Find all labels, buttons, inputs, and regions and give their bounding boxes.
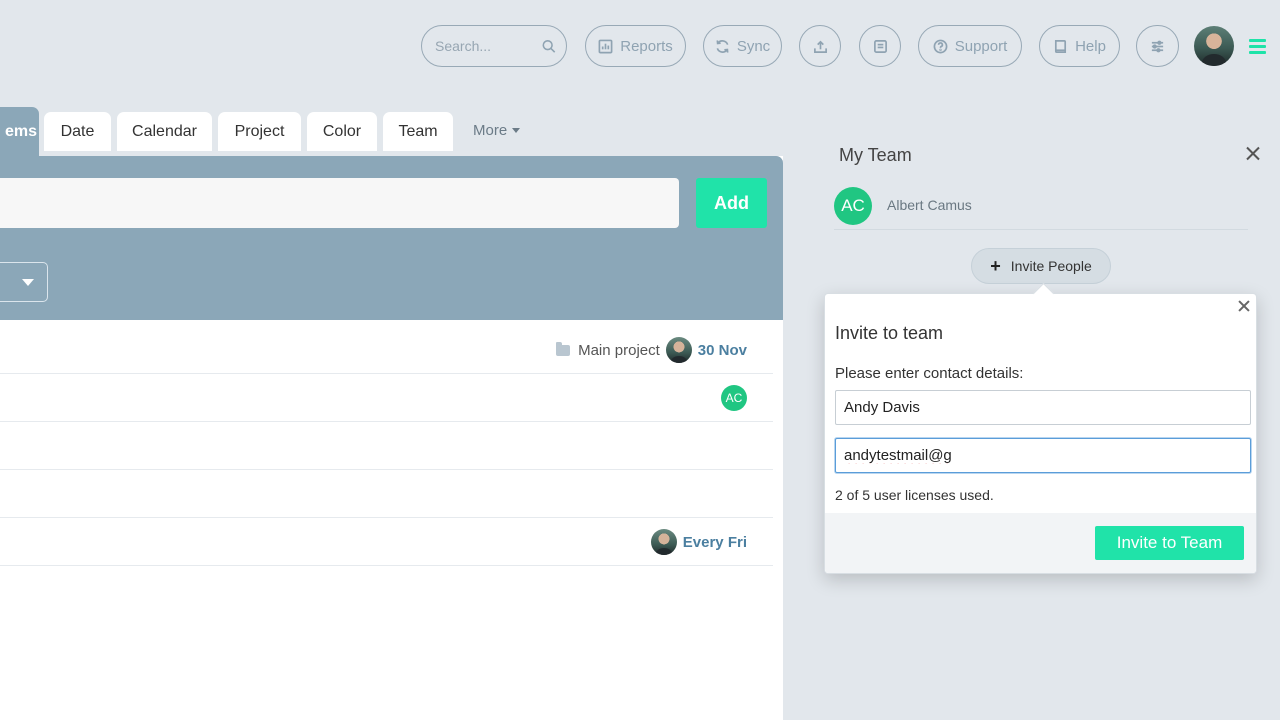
- name-field[interactable]: [835, 390, 1251, 425]
- filter-dropdown[interactable]: [0, 262, 48, 302]
- license-usage-text: 2 of 5 user licenses used.: [835, 487, 994, 503]
- search-input[interactable]: [435, 38, 535, 54]
- search-icon: [542, 39, 556, 53]
- support-label: Support: [954, 37, 1008, 55]
- tab-label: Team: [398, 122, 438, 140]
- upload-button[interactable]: [799, 25, 841, 67]
- settings-button[interactable]: [1136, 25, 1179, 67]
- hamburger-menu-icon[interactable]: [1249, 39, 1266, 54]
- bar-chart-icon: [598, 39, 613, 53]
- assignee-avatar: [665, 337, 692, 363]
- tab-calendar[interactable]: Calendar: [117, 112, 212, 151]
- recurrence-label[interactable]: Every Fri: [683, 534, 747, 551]
- question-circle-icon: [933, 39, 948, 53]
- due-date[interactable]: 30 Nov: [698, 342, 747, 359]
- user-avatar[interactable]: [1194, 26, 1234, 66]
- tab-project[interactable]: Project: [218, 112, 301, 151]
- caret-down-icon: [512, 128, 521, 133]
- tab-date[interactable]: Date: [44, 112, 111, 151]
- project-label[interactable]: Main project: [578, 342, 660, 359]
- help-label: Help: [1075, 37, 1106, 55]
- add-task-button[interactable]: Add: [696, 178, 767, 228]
- team-panel-title: My Team: [839, 145, 912, 165]
- book-icon: [1055, 39, 1067, 53]
- email-field[interactable]: [835, 438, 1251, 473]
- upload-icon: [813, 40, 827, 53]
- sync-label: Sync: [736, 37, 771, 55]
- task-panel: Add Main project 30 Nov AC Every Fri: [0, 156, 783, 720]
- folder-icon: [556, 341, 571, 356]
- note-icon: [873, 39, 887, 53]
- task-row[interactable]: [0, 470, 773, 518]
- divider: [834, 229, 1248, 230]
- caret-down-icon: [21, 278, 34, 286]
- tab-label: Calendar: [132, 122, 197, 140]
- tab-items-label: ems: [4, 122, 37, 140]
- invite-popup: Invite to team Please enter contact deta…: [824, 293, 1257, 574]
- tab-label: Color: [322, 122, 362, 140]
- sliders-icon: [1151, 40, 1164, 52]
- support-button[interactable]: Support: [918, 25, 1022, 67]
- notes-button[interactable]: [859, 25, 901, 67]
- tab-color[interactable]: Color: [307, 112, 377, 151]
- sync-icon: [716, 39, 729, 53]
- plus-icon: +: [990, 256, 1001, 276]
- invite-people-button[interactable]: + Invite People: [971, 248, 1111, 284]
- close-icon[interactable]: [1244, 145, 1262, 163]
- new-task-input[interactable]: [0, 178, 679, 228]
- task-row[interactable]: Every Fri: [0, 518, 773, 566]
- task-header: Add: [0, 156, 783, 320]
- popup-footer: Invite to Team: [825, 513, 1256, 573]
- invite-people-label: Invite People: [1010, 258, 1092, 274]
- search-box[interactable]: [421, 25, 567, 67]
- assignee-avatar: [650, 529, 677, 555]
- member-avatar: AC: [834, 187, 872, 225]
- tab-items[interactable]: ems: [0, 107, 39, 156]
- more-tab[interactable]: More: [473, 122, 521, 139]
- task-row[interactable]: Main project 30 Nov: [0, 326, 773, 374]
- tab-team[interactable]: Team: [383, 112, 453, 151]
- reports-label: Reports: [620, 37, 673, 55]
- tab-label: Date: [60, 122, 95, 140]
- assignee-badge: AC: [721, 385, 747, 411]
- member-name: Albert Camus: [887, 197, 972, 213]
- reports-button[interactable]: Reports: [585, 25, 686, 67]
- tab-label: Project: [234, 122, 285, 140]
- close-icon[interactable]: [1237, 299, 1251, 313]
- task-row[interactable]: AC: [0, 374, 773, 422]
- sync-button[interactable]: Sync: [703, 25, 782, 67]
- popup-title: Invite to team: [835, 323, 944, 343]
- invite-to-team-button[interactable]: Invite to Team: [1095, 526, 1244, 560]
- help-button[interactable]: Help: [1039, 25, 1120, 67]
- task-row[interactable]: [0, 422, 773, 470]
- contact-details-label: Please enter contact details:: [835, 365, 1024, 382]
- more-label: More: [473, 122, 508, 139]
